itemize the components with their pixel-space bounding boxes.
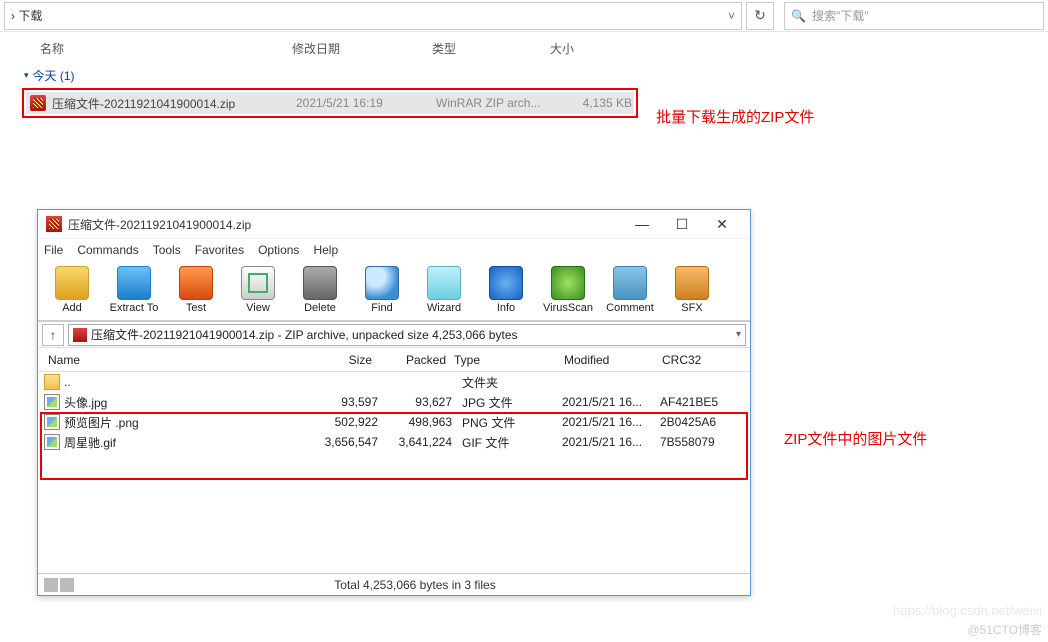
extract-to-icon <box>117 266 151 300</box>
tool-wizard[interactable]: Wizard <box>416 266 472 314</box>
winrar-title-text: 压缩文件-20211921041900014.zip <box>68 216 251 233</box>
annotation-box-top: 压缩文件-20211921041900014.zip 2021/5/21 16:… <box>22 88 638 118</box>
find-icon <box>365 266 399 300</box>
search-placeholder: 搜索"下载" <box>812 7 869 24</box>
image-file-icon <box>44 434 60 450</box>
wcol-size[interactable]: Size <box>306 353 376 367</box>
minimize-button[interactable]: — <box>622 210 662 238</box>
tool-sfx[interactable]: SFX <box>664 266 720 314</box>
menu-file[interactable]: File <box>44 243 63 257</box>
breadcrumb-label: 下载 <box>18 7 42 24</box>
breadcrumb[interactable]: › 下载 ˅ <box>4 2 742 30</box>
tool-add[interactable]: Add <box>44 266 100 314</box>
path-text: 压缩文件-20211921041900014.zip - ZIP archive… <box>91 326 518 343</box>
view-icon <box>241 266 275 300</box>
group-label: 今天 (1) <box>33 67 75 84</box>
archive-row[interactable]: ..文件夹 <box>38 372 750 392</box>
virusscan-icon <box>551 266 585 300</box>
status-text: Total 4,253,066 bytes in 3 files <box>80 578 750 592</box>
up-button[interactable]: ↑ <box>42 324 64 346</box>
winrar-column-headers: Name Size Packed Type Modified CRC32 <box>38 348 750 372</box>
collapse-icon: ▾ <box>24 70 29 81</box>
background-url-text: https://blog.csdn.net/weixi <box>893 603 1042 618</box>
file-size: 4,135 KB <box>562 96 632 110</box>
archive-row[interactable]: 周星驰.gif3,656,5473,641,224GIF 文件2021/5/21… <box>38 432 750 452</box>
menu-favorites[interactable]: Favorites <box>195 243 244 257</box>
status-gauge <box>38 578 80 592</box>
folder-icon <box>44 374 60 390</box>
chevron-down-icon[interactable]: ˅ <box>728 9 735 23</box>
archive-row[interactable]: 头像.jpg93,59793,627JPG 文件2021/5/21 16...A… <box>38 392 750 412</box>
info-icon <box>489 266 523 300</box>
tool-info[interactable]: Info <box>478 266 534 314</box>
col-size[interactable]: 大小 <box>550 40 630 57</box>
tool-virusscan[interactable]: VirusScan <box>540 266 596 314</box>
menu-commands[interactable]: Commands <box>77 243 138 257</box>
winrar-menubar: File Commands Tools Favorites Options He… <box>38 238 750 260</box>
file-row[interactable]: 压缩文件-20211921041900014.zip 2021/5/21 16:… <box>26 92 634 114</box>
winrar-pathbar: ↑ 压缩文件-20211921041900014.zip - ZIP archi… <box>38 322 750 348</box>
path-dropdown-icon[interactable]: ▾ <box>736 329 741 340</box>
file-modified: 2021/5/21 16:19 <box>296 96 436 110</box>
wcol-packed[interactable]: Packed <box>376 353 450 367</box>
zip-icon <box>30 95 46 111</box>
search-input[interactable]: 🔍 搜索"下载" <box>784 2 1044 30</box>
delete-icon <box>303 266 337 300</box>
menu-tools[interactable]: Tools <box>153 243 181 257</box>
refresh-button[interactable]: ↻ <box>746 2 774 30</box>
col-modified[interactable]: 修改日期 <box>292 40 432 57</box>
wizard-icon <box>427 266 461 300</box>
wcol-crc[interactable]: CRC32 <box>658 353 728 367</box>
add-icon <box>55 266 89 300</box>
menu-options[interactable]: Options <box>258 243 299 257</box>
wcol-name[interactable]: Name <box>44 353 306 367</box>
tool-find[interactable]: Find <box>354 266 410 314</box>
tool-extract-to[interactable]: Extract To <box>106 266 162 314</box>
winrar-toolbar: AddExtract ToTestViewDeleteFindWizardInf… <box>38 260 750 322</box>
sfx-icon <box>675 266 709 300</box>
file-name: 压缩文件-20211921041900014.zip <box>52 95 296 112</box>
file-type: WinRAR ZIP arch... <box>436 96 562 110</box>
test-icon <box>179 266 213 300</box>
winrar-file-list[interactable]: ..文件夹头像.jpg93,59793,627JPG 文件2021/5/21 1… <box>38 372 750 573</box>
menu-help[interactable]: Help <box>313 243 338 257</box>
tool-test[interactable]: Test <box>168 266 224 314</box>
search-icon: 🔍 <box>791 9 806 23</box>
winrar-window: 压缩文件-20211921041900014.zip — ☐ ✕ File Co… <box>37 209 751 596</box>
tool-delete[interactable]: Delete <box>292 266 348 314</box>
tool-view[interactable]: View <box>230 266 286 314</box>
image-file-icon <box>44 414 60 430</box>
wcol-type[interactable]: Type <box>450 353 560 367</box>
path-box[interactable]: 压缩文件-20211921041900014.zip - ZIP archive… <box>68 324 746 346</box>
close-button[interactable]: ✕ <box>702 210 742 238</box>
col-type[interactable]: 类型 <box>432 40 550 57</box>
winrar-titlebar[interactable]: 压缩文件-20211921041900014.zip — ☐ ✕ <box>38 210 750 238</box>
watermark: @51CTO博客 <box>967 621 1042 638</box>
col-name[interactable]: 名称 <box>40 40 292 57</box>
annotation-mid: ZIP文件中的图片文件 <box>784 428 927 449</box>
archive-row[interactable]: 预览图片 .png502,922498,963PNG 文件2021/5/21 1… <box>38 412 750 432</box>
annotation-top: 批量下载生成的ZIP文件 <box>656 106 814 127</box>
image-file-icon <box>44 394 60 410</box>
maximize-button[interactable]: ☐ <box>662 210 702 238</box>
group-today[interactable]: ▾ 今天 (1) <box>0 63 1048 88</box>
explorer-column-headers: 名称 修改日期 类型 大小 <box>0 32 1048 63</box>
winrar-statusbar: Total 4,253,066 bytes in 3 files <box>38 573 750 595</box>
archive-icon <box>73 328 87 342</box>
comment-icon <box>613 266 647 300</box>
wcol-modified[interactable]: Modified <box>560 353 658 367</box>
tool-comment[interactable]: Comment <box>602 266 658 314</box>
winrar-app-icon <box>46 216 62 232</box>
